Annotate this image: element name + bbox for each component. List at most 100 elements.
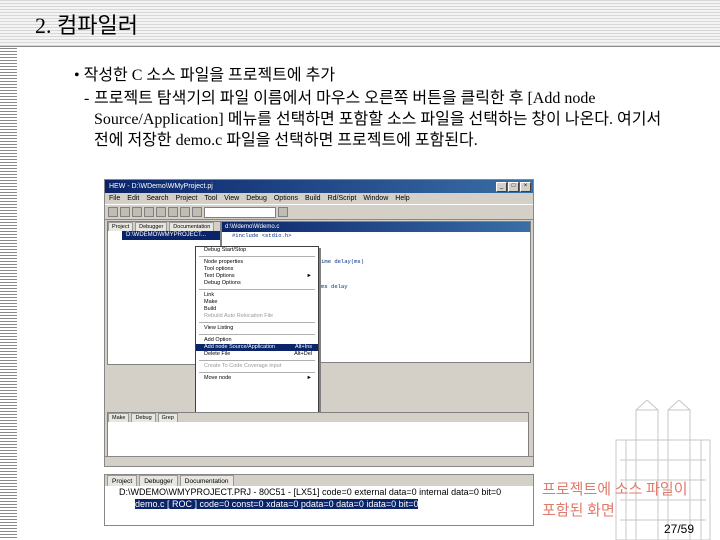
- output-tabs: Make Debug Grep: [108, 413, 528, 422]
- menu-item-label: Add Option: [204, 337, 232, 343]
- tree-tabs: Project Debugger Documentation: [105, 475, 533, 486]
- run-icon[interactable]: [278, 207, 288, 217]
- project-tabs: Project Debugger Documentation: [108, 222, 220, 231]
- menu-item-label: Link: [204, 292, 215, 298]
- menu-file[interactable]: File: [109, 193, 120, 204]
- tab-debugger[interactable]: Debugger: [135, 222, 168, 231]
- menu-separator: [199, 372, 315, 373]
- context-menu-item[interactable]: Tool options: [196, 266, 318, 273]
- left-stripe-decoration: [0, 0, 17, 540]
- code-line: #include <stdio.h>: [232, 232, 292, 239]
- menu-item-label: Tool options: [204, 266, 234, 272]
- menu-separator: [199, 256, 315, 257]
- maximize-icon[interactable]: □: [508, 182, 519, 192]
- tree-file-node[interactable]: demo.c [ ROC ] code=0 const=0 xdata=0 pd…: [105, 498, 533, 510]
- menu-item-label: Make: [204, 299, 218, 305]
- building-illustration: [615, 400, 711, 540]
- menu-item-shortcut: ►: [306, 375, 312, 381]
- ide-title: HEW - D:\WDemo\WMyProject.pj: [109, 183, 213, 190]
- tab-make[interactable]: Make: [108, 413, 130, 422]
- menu-item-label: Rebuild Auto Relocation File: [204, 313, 274, 319]
- close-icon[interactable]: ×: [520, 182, 531, 192]
- paste-icon[interactable]: [168, 207, 178, 217]
- menu-item-shortcut: Alt+Del: [294, 351, 312, 357]
- tree-file-label: demo.c [ ROC ] code=0 const=0 xdata=0 pd…: [135, 499, 419, 509]
- tab-documentation[interactable]: Documentation: [179, 475, 234, 486]
- menu-tool[interactable]: Tool: [204, 193, 217, 204]
- menu-separator: [199, 334, 315, 335]
- menu-item-shortcut: ►: [306, 273, 312, 279]
- menu-item-label: Text Options: [204, 273, 235, 279]
- copy-icon[interactable]: [156, 207, 166, 217]
- tree-project-node[interactable]: D:\WDEMO\WMYPROJECT.PRJ - 80C51 - [LX51]…: [105, 486, 533, 498]
- menu-project[interactable]: Project: [176, 193, 198, 204]
- menu-help[interactable]: Help: [395, 193, 409, 204]
- menu-item-label: Debug Options: [204, 280, 241, 286]
- context-menu-item[interactable]: Add Option: [196, 337, 318, 344]
- context-menu-item[interactable]: Build: [196, 306, 318, 313]
- menu-item-label: Build: [204, 306, 217, 312]
- ide-window: HEW - D:\WDemo\WMyProject.pj _ □ × File E…: [104, 179, 534, 467]
- slide-title: 2. 컴파일러: [35, 13, 138, 38]
- toolbar-select[interactable]: [204, 206, 276, 218]
- output-panel: Make Debug Grep: [107, 412, 529, 462]
- menu-item-label: Delete File: [204, 351, 231, 357]
- menu-search[interactable]: Search: [146, 193, 168, 204]
- tab-project[interactable]: Project: [108, 222, 134, 231]
- tab-debug[interactable]: Debug: [131, 413, 156, 422]
- context-menu-item[interactable]: Debug Start/Stop: [196, 247, 318, 254]
- menu-item-label: Debug Start/Stop: [204, 247, 247, 253]
- sub-bullet-text: 프로젝트 탐색기의 파일 이름에서 마우스 오른쪽 버튼을 클릭한 후 [Add…: [94, 90, 662, 149]
- sub-bullet: - 프로젝트 탐색기의 파일 이름에서 마우스 오른쪽 버튼을 클릭한 후 [A…: [84, 88, 674, 151]
- menu-rdscript[interactable]: Rd/Script: [328, 193, 357, 204]
- tab-documentation[interactable]: Documentation: [169, 222, 215, 231]
- bullet-text: • 작성한 C 소스 파일을 프로젝트에 추가: [74, 67, 336, 84]
- page-number: 27/59: [664, 522, 695, 536]
- context-menu-item[interactable]: Delete File Alt+Del: [196, 351, 318, 358]
- editor-title: d:\Wdemo\Wdemo.c: [222, 222, 530, 232]
- menu-debug[interactable]: Debug: [246, 193, 267, 204]
- save-icon[interactable]: [132, 207, 142, 217]
- context-menu-item[interactable]: Node properties: [196, 259, 318, 266]
- context-menu: Debug Start/Stop Node properties Tool opti…: [195, 246, 319, 416]
- menu-item-label: Create To Code Coverage input: [204, 363, 282, 369]
- tab-grep[interactable]: Grep: [157, 413, 178, 422]
- status-bar: [105, 456, 533, 466]
- dash-marker: -: [84, 90, 90, 107]
- ide-menubar: File Edit Search Project Tool View Debug Option…: [105, 193, 533, 204]
- menu-separator: [199, 322, 315, 323]
- menu-item-label: View Listing: [204, 325, 234, 331]
- menu-item-shortcut: Alt+Ins: [295, 344, 312, 350]
- context-menu-item[interactable]: View Listing: [196, 325, 318, 332]
- project-root-node[interactable]: D:\WDEMO\WMYPROJECT...: [122, 231, 220, 240]
- context-menu-item[interactable]: Move node ►: [196, 375, 318, 382]
- menu-view[interactable]: View: [224, 193, 239, 204]
- context-menu-item[interactable]: Debug Options: [196, 280, 318, 287]
- project-tree-screenshot: Project Debugger Documentation D:\WDEMO\WM…: [104, 474, 534, 526]
- tab-debugger[interactable]: Debugger: [139, 475, 178, 486]
- open-file-icon[interactable]: [120, 207, 130, 217]
- new-file-icon[interactable]: [108, 207, 118, 217]
- cut-icon[interactable]: [144, 207, 154, 217]
- context-menu-item[interactable]: Link: [196, 292, 318, 299]
- minimize-icon[interactable]: _: [496, 182, 507, 192]
- context-menu-item[interactable]: Make: [196, 299, 318, 306]
- menu-options[interactable]: Options: [274, 193, 298, 204]
- menu-item-label: Add node Source/Application: [204, 344, 275, 350]
- build-icon[interactable]: [180, 207, 190, 217]
- menu-build[interactable]: Build: [305, 193, 321, 204]
- context-menu-item[interactable]: Add node Source/Application Alt+Ins: [196, 344, 318, 351]
- window-controls: _ □ ×: [496, 182, 531, 192]
- debug-icon[interactable]: [192, 207, 202, 217]
- context-menu-item[interactable]: Create To Code Coverage input: [196, 363, 318, 370]
- ide-title-bar: HEW - D:\WDemo\WMyProject.pj _ □ ×: [105, 180, 533, 193]
- menu-item-label: Node properties: [204, 259, 244, 265]
- tab-project[interactable]: Project: [107, 475, 138, 486]
- context-menu-item[interactable]: Text Options ►: [196, 273, 318, 280]
- title-band: 2. 컴파일러: [0, 0, 720, 47]
- context-menu-item[interactable]: Rebuild Auto Relocation File: [196, 313, 318, 320]
- menu-window[interactable]: Window: [363, 193, 388, 204]
- menu-edit[interactable]: Edit: [127, 193, 139, 204]
- ide-toolbar: [105, 204, 533, 220]
- menu-separator: [199, 289, 315, 290]
